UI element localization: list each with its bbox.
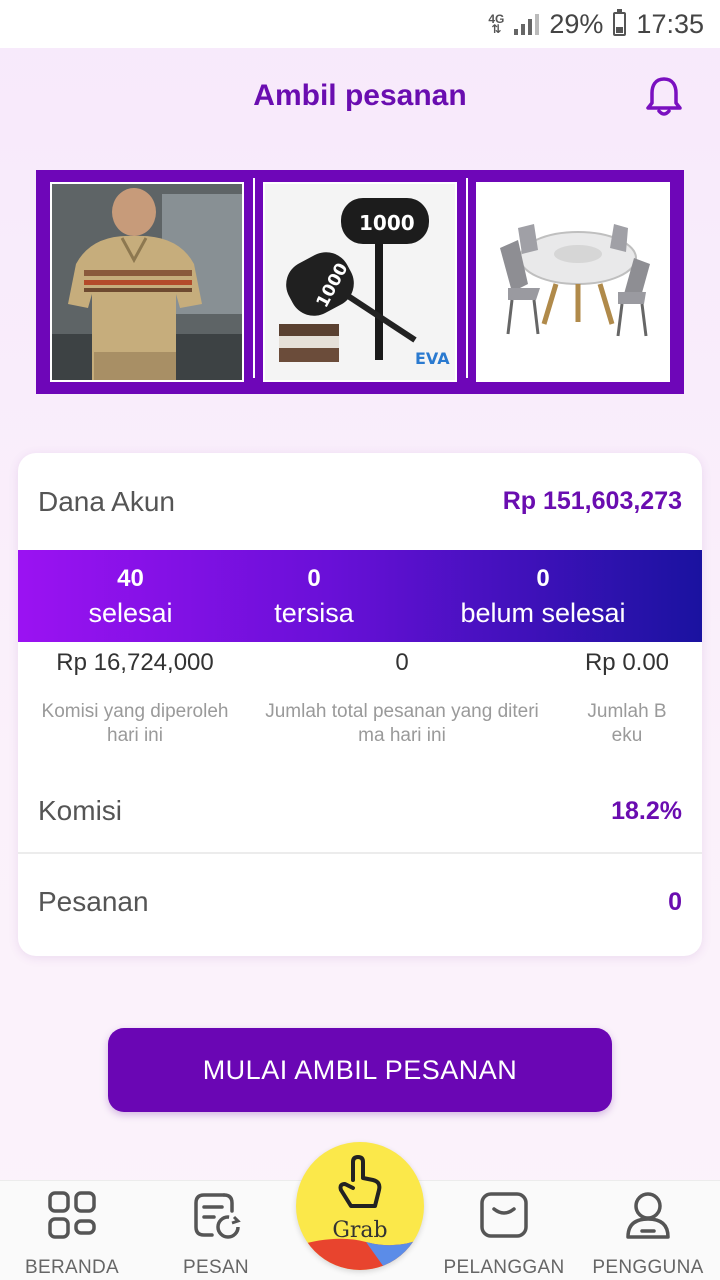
frozen-amount-desc-line1: Jumlah B [587,701,667,722]
dining-table-image [478,184,668,380]
orders-row: Pesanan 0 [18,854,702,950]
inflatable-hammer-image: 1000 1000 EVA [265,184,455,380]
stat-unfinished-number: 0 [536,565,550,592]
start-taking-orders-button[interactable]: MULAI AMBIL PESANAN [108,1028,612,1112]
frozen-amount-value: Rp 0.00 [584,649,670,676]
banner-tile-table[interactable] [476,182,670,382]
nav-item-pesan[interactable]: PESAN [151,1189,281,1279]
frozen-amount-desc-line2: eku [611,725,643,746]
nav-item-pengguna[interactable]: PENGGUNA [583,1189,713,1279]
orders-label: Pesanan [38,886,149,917]
stat-remaining: 0 tersisa [243,562,385,630]
nav-label-pesan: PESAN [183,1257,249,1278]
amounts-description-row: Komisi yang diperoleh hari ini Jumlah to… [18,700,702,748]
network-indicator: 4G ⇅ [488,13,504,36]
grab-button[interactable]: Grab [296,1142,424,1270]
battery-icon [613,9,627,36]
order-refresh-icon [194,1193,241,1239]
orders-value: 0 [668,887,682,916]
today-commission-desc-line2: hari ini [107,725,163,746]
banner-divider [252,178,255,378]
nav-item-beranda[interactable]: BERANDA [7,1189,137,1279]
header: Ambil pesanan [0,48,720,144]
stat-unfinished-label: belum selesai [460,598,626,628]
clock: 17:35 [636,8,704,39]
stat-remaining-label: tersisa [274,598,354,628]
account-balance-row: Dana Akun Rp 151,603,273 [18,453,702,550]
notification-bell-icon[interactable] [644,74,684,118]
grab-label: Grab [332,1218,388,1243]
signal-icon [514,13,540,35]
today-orders-value: 0 [395,649,409,676]
stat-completed: 40 selesai [18,562,243,630]
account-summary-card: Dana Akun Rp 151,603,273 40 selesai 0 te… [18,453,702,956]
stat-completed-number: 40 [117,565,144,592]
today-orders-desc-line1: Jumlah total pesanan yang diteri [265,701,539,722]
nav-label-pelanggan: PELANGGAN [443,1257,565,1278]
commission-row: Komisi 18.2% [18,770,702,854]
nav-item-pelanggan[interactable]: PELANGGAN [439,1189,569,1279]
hammer-brand-text: 1000 [359,211,415,235]
frame-icon [480,1192,528,1238]
grid-icon [48,1191,96,1239]
banner-divider [465,178,468,378]
battery-percent: 29% [549,8,604,39]
banner-tile-shirt[interactable] [50,182,244,382]
polo-shirt-model-image [52,184,242,380]
data-arrows-icon: ⇅ [491,22,502,36]
product-banner[interactable]: 1000 1000 EVA [36,170,684,394]
user-icon [626,1192,670,1239]
status-bar: 4G ⇅ 29% 17:35 [0,0,720,48]
today-commission-value: Rp 16,724,000 [56,649,214,676]
today-commission-desc: Komisi yang diperoleh hari ini [18,700,252,748]
banner-tile-hammer[interactable]: 1000 1000 EVA [263,182,457,382]
today-orders-desc: Jumlah total pesanan yang diteri ma hari… [252,700,552,748]
stat-remaining-number: 0 [307,565,321,592]
today-commission-desc-line1: Komisi yang diperoleh [41,701,229,722]
today-orders-desc-line2: ma hari ini [358,725,446,746]
stat-unfinished: 0 belum selesai [385,562,701,630]
svg-text:EVA: EVA [415,349,450,368]
amounts-row: Rp 16,724,000 0 Rp 0.00 [18,642,702,684]
nav-label-beranda: BERANDA [25,1257,119,1278]
order-stats-band: 40 selesai 0 tersisa 0 belum selesai [18,550,702,642]
frozen-amount-desc: Jumlah B eku [552,700,702,748]
commission-value: 18.2% [611,796,682,825]
account-balance-label: Dana Akun [38,485,175,517]
account-balance-value: Rp 151,603,273 [502,487,682,515]
commission-label: Komisi [38,795,123,826]
nav-label-pengguna: PENGGUNA [592,1257,704,1278]
stat-completed-label: selesai [88,598,173,628]
page-title: Ambil pesanan [253,79,467,112]
tap-hand-icon [338,1155,382,1208]
